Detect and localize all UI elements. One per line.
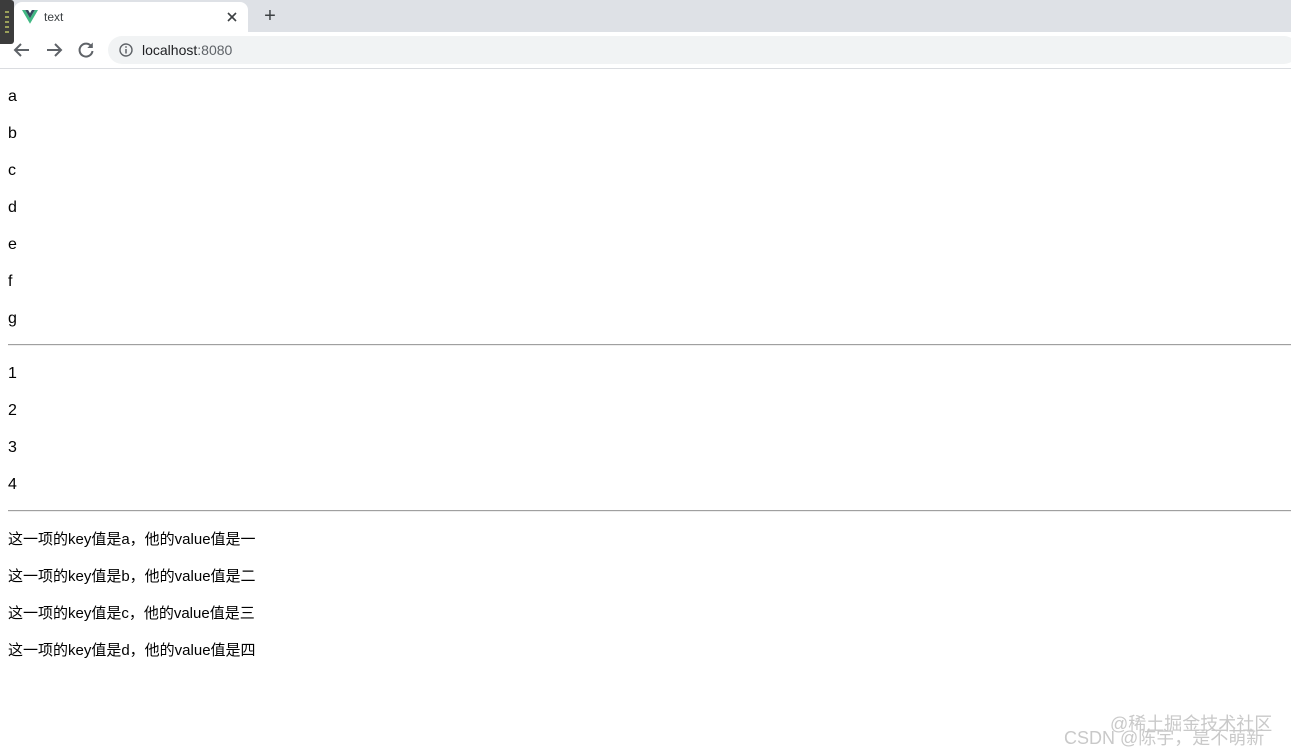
- address-bar[interactable]: localhost:8080: [108, 36, 1291, 64]
- tab-strip: text +: [0, 0, 1291, 44]
- letter-item: f: [8, 273, 13, 290]
- forward-button[interactable]: [42, 38, 66, 62]
- reload-icon: [78, 42, 94, 58]
- letter-item: d: [8, 199, 17, 216]
- url-host: localhost: [142, 42, 198, 58]
- active-tab[interactable]: text: [14, 2, 248, 32]
- horizontal-rule: [8, 510, 1291, 512]
- arrow-right-icon: [47, 43, 63, 57]
- side-panel-handle[interactable]: [0, 0, 14, 44]
- browser-window: text + localhost:8080 a b c d e f g 1 2…: [0, 0, 1291, 753]
- number-item: 4: [8, 476, 17, 493]
- letter-item: b: [8, 125, 17, 142]
- page-content: a b c d e f g 1 2 3 4 这一项的key值是a，他的value…: [0, 69, 1291, 753]
- horizontal-rule: [8, 344, 1291, 346]
- number-item: 3: [8, 439, 17, 456]
- new-tab-button[interactable]: +: [258, 5, 282, 27]
- number-item: 2: [8, 402, 17, 419]
- watermark-csdn: CSDN @陈宇，是不萌新: [1064, 728, 1265, 748]
- arrow-left-icon: [13, 43, 29, 57]
- pair-item: 这一项的key值是b，他的value值是二: [8, 568, 256, 585]
- plus-icon: +: [264, 4, 276, 27]
- reload-button[interactable]: [74, 38, 98, 62]
- url-port: :8080: [197, 42, 233, 58]
- pair-item: 这一项的key值是a，他的value值是一: [8, 531, 256, 548]
- letter-item: c: [8, 162, 16, 179]
- browser-toolbar: localhost:8080: [0, 32, 1291, 69]
- close-tab-icon[interactable]: [224, 9, 240, 25]
- letter-item: e: [8, 236, 17, 253]
- number-item: 1: [8, 365, 17, 382]
- pair-item: 这一项的key值是d，他的value值是四: [8, 642, 256, 659]
- tab-title: text: [44, 10, 64, 24]
- letter-item: a: [8, 88, 17, 105]
- letter-item: g: [8, 310, 17, 327]
- info-icon[interactable]: [118, 42, 134, 58]
- pair-item: 这一项的key值是c，他的value值是三: [8, 605, 255, 622]
- vue-logo-icon: [22, 9, 38, 25]
